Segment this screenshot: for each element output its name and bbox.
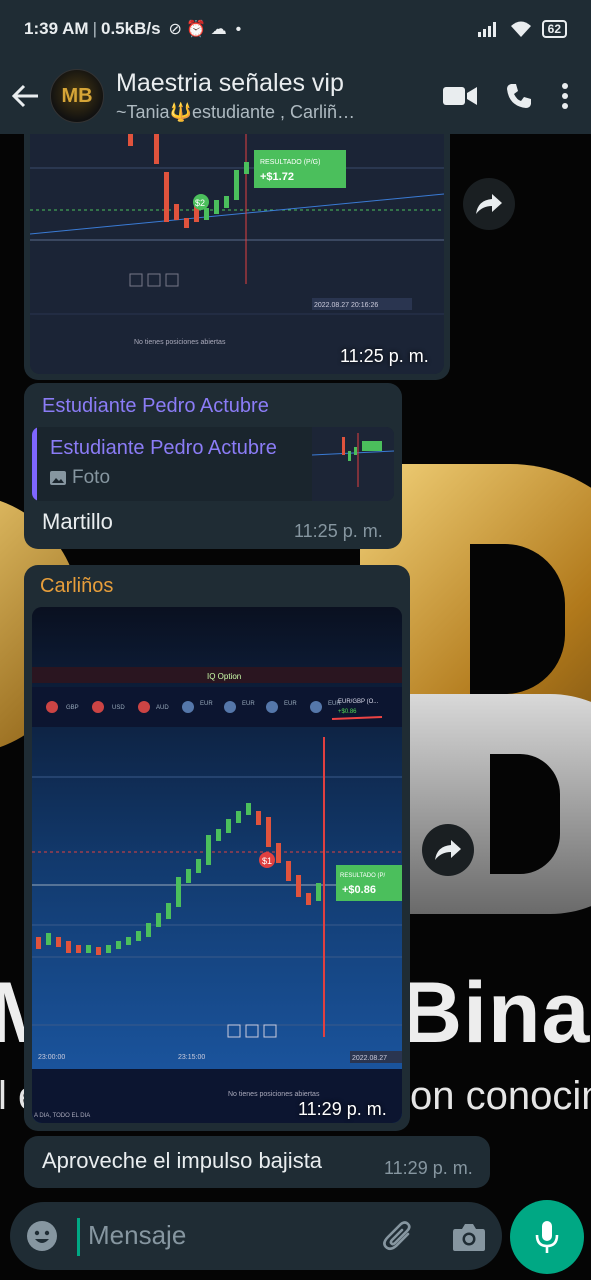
microphone-icon xyxy=(535,1221,559,1253)
message-text: Aproveche el impulso bajista xyxy=(42,1148,323,1173)
group-avatar[interactable]: MB xyxy=(50,69,104,123)
message-time: 11:25 p. m. xyxy=(340,346,429,366)
message-time: 11:25 p. m. xyxy=(294,521,383,541)
chart-footer: No tienes posiciones abiertas xyxy=(228,1091,320,1098)
chat-subtitle: ~Tania🔱estudiante , Carliñ… xyxy=(116,102,356,122)
quoted-type: Foto xyxy=(72,467,111,488)
camera-icon[interactable] xyxy=(452,1222,486,1252)
chart-footer: No tienes posiciones abiertas xyxy=(134,339,226,346)
message-input[interactable]: Mensaje xyxy=(88,1220,186,1251)
chat-title-area[interactable]: Maestria señales vip ~Tania🔱estudiante ,… xyxy=(116,69,386,123)
attach-icon[interactable] xyxy=(382,1220,416,1254)
sender-name[interactable]: Estudiante Pedro Actubre xyxy=(42,395,269,418)
status-time: 1:39 AM xyxy=(24,19,89,38)
net-speed: 0.5kB/s xyxy=(100,19,161,38)
svg-text:EUR: EUR xyxy=(200,701,213,707)
image-message[interactable]: $2 RESULTADO (P/G) +$1.72 2022.08.27 20:… xyxy=(24,134,450,380)
chart-amount: $1 xyxy=(262,856,272,866)
tick-label: 23:00:00 xyxy=(38,1054,65,1061)
chart-brand: IQ Option xyxy=(207,672,241,681)
chart-date: 2022.08.27 20:16:26 xyxy=(314,302,378,309)
chart-pair-value: +$0.86 xyxy=(338,709,357,715)
battery-icon: 62 xyxy=(541,20,567,38)
forward-icon xyxy=(476,194,502,214)
chart-result-label: RESULTADO (P/G) xyxy=(260,159,320,166)
back-button[interactable] xyxy=(2,72,50,120)
wifi-icon xyxy=(510,21,531,37)
voice-record-button[interactable] xyxy=(510,1200,584,1274)
svg-text:USD: USD xyxy=(112,705,125,711)
chart-screenshot[interactable]: IQ Option GBP USD AUD EUR EUR EUR EUR EU… xyxy=(32,607,402,1123)
quoted-thumbnail xyxy=(311,427,394,501)
forward-button[interactable] xyxy=(422,824,474,876)
chart-result-value: +$0.86 xyxy=(342,884,376,896)
signal-icon xyxy=(477,22,496,37)
chat-title: Maestria señales vip xyxy=(116,69,344,97)
quoted-sender: Estudiante Pedro Actubre xyxy=(50,437,277,459)
forward-icon xyxy=(435,840,461,860)
text-caret xyxy=(77,1218,80,1256)
chart-corner-text: A DIA, TODO EL DIA xyxy=(34,1113,90,1119)
message-text: Martillo xyxy=(42,509,113,534)
image-message[interactable]: Carliños IQ Option GBP USD AUD EUR EUR E… xyxy=(24,565,410,1131)
quoted-message[interactable]: Estudiante Pedro Actubre Foto xyxy=(32,427,394,501)
chart-result-label: RESULTADO (P/ xyxy=(340,873,385,879)
chart-amount: $2 xyxy=(195,198,205,208)
chart-pair: EUR/GBP (O... xyxy=(338,699,379,705)
reply-message[interactable]: Estudiante Pedro Actubre Estudiante Pedr… xyxy=(24,383,402,549)
forward-button[interactable] xyxy=(463,178,515,230)
tick-label: 2022.08.27 xyxy=(352,1055,387,1062)
chart-image: $2 RESULTADO (P/G) +$1.72 2022.08.27 20:… xyxy=(30,134,444,374)
video-call-icon[interactable] xyxy=(443,85,477,107)
wallpaper-text: Binar xyxy=(400,965,591,1061)
tick-label: 23:15:00 xyxy=(178,1054,205,1061)
arrow-left-icon xyxy=(12,84,38,108)
svg-text:AUD: AUD xyxy=(156,705,169,711)
more-options-icon[interactable] xyxy=(561,83,569,109)
wallpaper-subtext: on conocimie xyxy=(410,1074,591,1118)
notification-icons: ⊘ ⏰ ☁ • xyxy=(168,21,242,38)
message-composer: Mensaje xyxy=(10,1202,502,1270)
svg-text:EUR: EUR xyxy=(284,701,297,707)
svg-text:GBP: GBP xyxy=(66,705,79,711)
photo-icon xyxy=(50,471,66,485)
status-bar: 1:39 AM | 0.5kB/s ⊘ ⏰ ☁ • 62 xyxy=(0,0,591,58)
chat-header: MB Maestria señales vip ~Tania🔱estudiant… xyxy=(0,58,591,134)
wallpaper-logo-silver xyxy=(400,694,591,914)
svg-text:EUR: EUR xyxy=(242,701,255,707)
chart-result-value: +$1.72 xyxy=(260,171,294,183)
sender-name[interactable]: Carliños xyxy=(40,575,113,598)
message-time: 11:29 p. m. xyxy=(298,1099,387,1119)
chart-screenshot[interactable]: $2 RESULTADO (P/G) +$1.72 2022.08.27 20:… xyxy=(30,134,444,374)
emoji-icon[interactable] xyxy=(26,1220,58,1252)
message-time: 11:29 p. m. xyxy=(384,1158,473,1178)
chart-image: IQ Option GBP USD AUD EUR EUR EUR EUR EU… xyxy=(32,607,402,1123)
text-message[interactable]: Aproveche el impulso bajista 11:29 p. m. xyxy=(24,1136,490,1188)
phone-icon[interactable] xyxy=(505,82,533,110)
